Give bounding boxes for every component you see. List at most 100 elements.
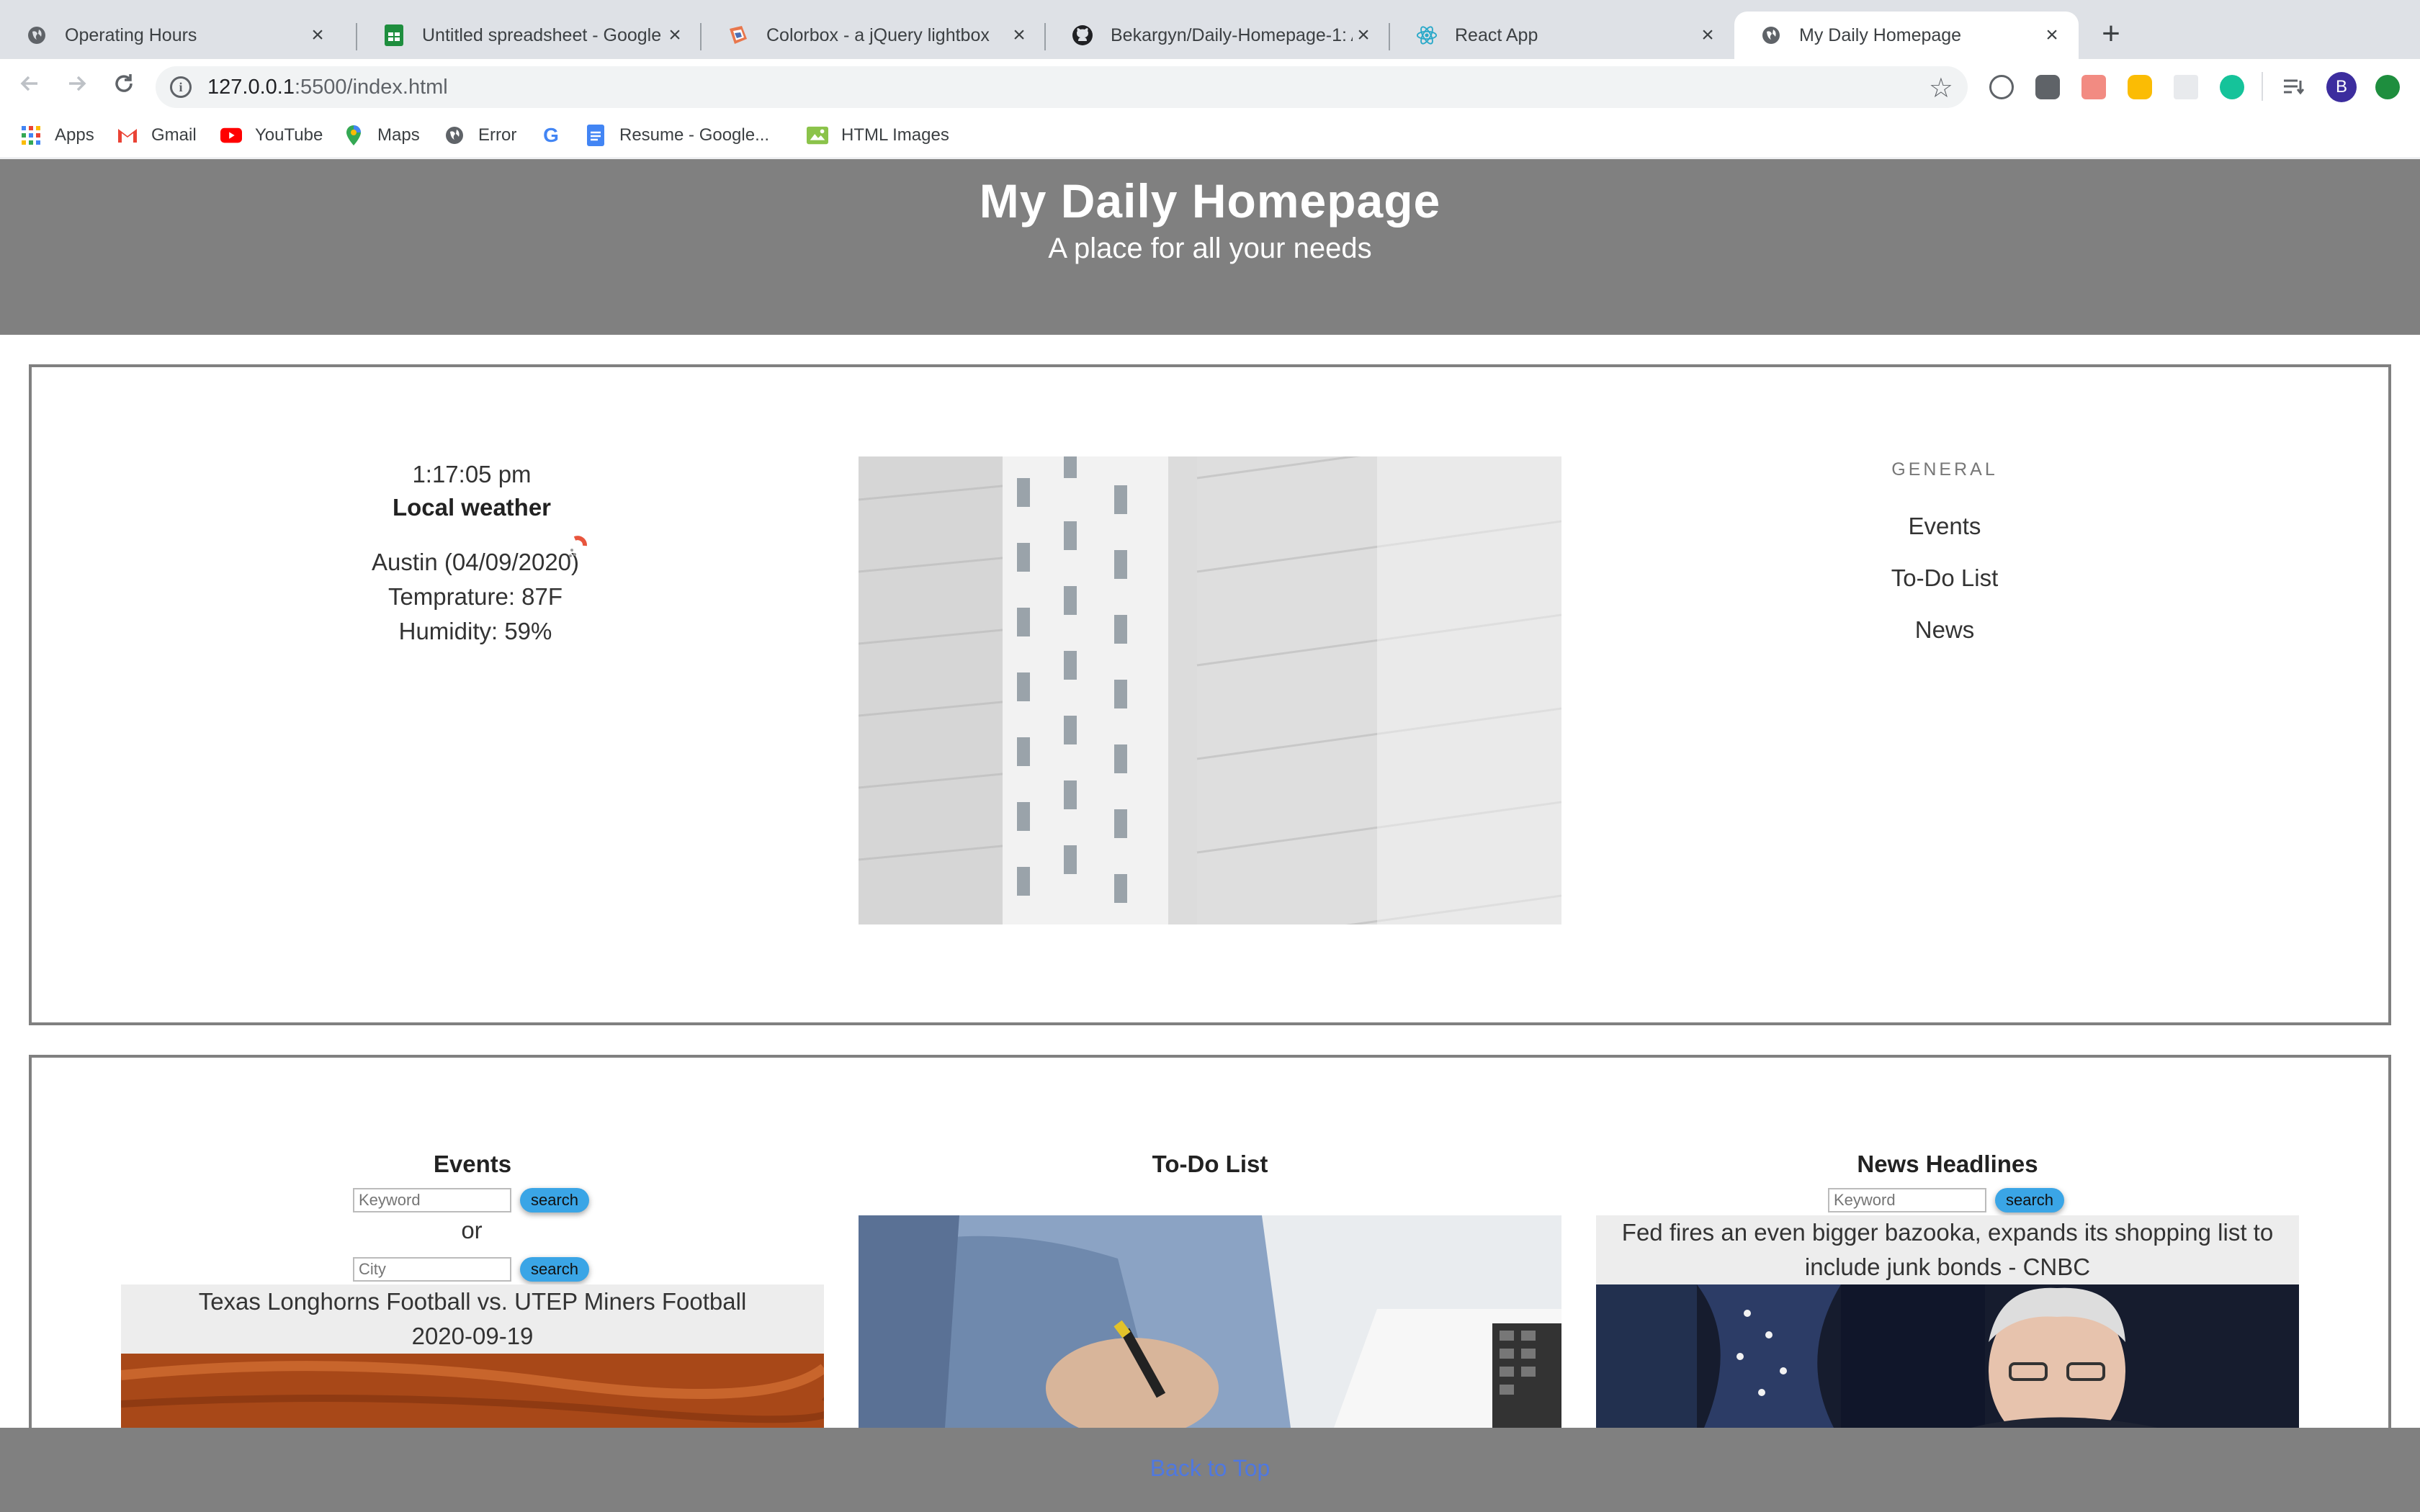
browser-tab-active[interactable]: My Daily Homepage × xyxy=(1734,12,2079,59)
bookmark-gmail[interactable]: Gmail xyxy=(117,122,197,148)
events-keyword-input[interactable] xyxy=(353,1188,511,1212)
close-icon[interactable]: × xyxy=(307,23,328,48)
google-docs-icon xyxy=(585,125,606,146)
news-keyword-input[interactable] xyxy=(1828,1188,1986,1212)
nav-link-news[interactable]: News xyxy=(1801,616,2089,644)
tab-title: Colorbox - a jQuery lightbox xyxy=(766,24,990,45)
browser-tab[interactable]: React App × xyxy=(1390,12,1734,59)
extension-icon[interactable] xyxy=(2081,75,2106,99)
todo-photo xyxy=(859,1215,1561,1428)
url-text: 127.0.0.1:5500/index.html xyxy=(207,76,448,99)
tab-title: My Daily Homepage xyxy=(1799,24,1962,45)
browser-tab[interactable]: Bekargyn/Daily-Homepage-1: An × xyxy=(1046,12,1390,59)
profile-avatar[interactable]: B xyxy=(2326,72,2357,102)
update-icon[interactable] xyxy=(2375,75,2400,99)
close-icon[interactable]: × xyxy=(1697,23,1718,48)
nav-link-todo[interactable]: To-Do List xyxy=(1801,564,2089,592)
weather-title: Local weather xyxy=(392,494,552,521)
news-headline[interactable]: Fed fires an even bigger bazooka, expand… xyxy=(1596,1215,2299,1284)
bookmark-google[interactable]: G xyxy=(540,122,575,148)
bookmark-resume[interactable]: Resume - Google... xyxy=(585,122,769,148)
browser-tab[interactable]: Untitled spreadsheet - Google Sheets × xyxy=(357,12,702,59)
toolbar-divider xyxy=(2262,72,2263,101)
bookmark-youtube[interactable]: YouTube xyxy=(220,122,323,148)
grammarly-icon[interactable] xyxy=(2220,75,2244,99)
bookmark-star-icon[interactable]: ☆ xyxy=(1929,72,1953,104)
gmail-icon xyxy=(117,125,138,146)
weather-icon xyxy=(565,534,591,560)
close-icon[interactable]: × xyxy=(1008,23,1030,48)
music-extension-icon[interactable] xyxy=(2035,75,2060,99)
apps-grid-icon xyxy=(20,125,42,146)
bookmarks-bar: Apps Gmail YouTube Maps Error G Resume -… xyxy=(0,114,2420,158)
back-arrow-icon[interactable] xyxy=(13,69,48,104)
bookmark-label: Resume - Google... xyxy=(619,125,770,145)
react-icon xyxy=(1416,24,1438,46)
bookmark-label: Error xyxy=(478,125,517,145)
bookmark-apps[interactable]: Apps xyxy=(20,122,94,148)
bookmark-html-images[interactable]: HTML Images xyxy=(807,122,949,148)
google-icon: G xyxy=(543,124,559,146)
events-title: Events xyxy=(433,1151,512,1177)
globe-icon xyxy=(444,125,465,146)
extension-icon[interactable] xyxy=(1989,75,2014,99)
bookmark-label: Maps xyxy=(377,125,420,145)
page-subtitle: A place for all your needs xyxy=(1048,233,1372,264)
close-icon[interactable]: × xyxy=(664,23,686,48)
globe-icon xyxy=(26,24,48,46)
bookmark-maps[interactable]: Maps xyxy=(343,122,420,148)
news-title: News Headlines xyxy=(1857,1151,2038,1177)
extension-icon[interactable] xyxy=(2174,75,2198,99)
news-search-button[interactable]: search xyxy=(1995,1188,2064,1212)
page-footer: Back to Top xyxy=(0,1428,2420,1512)
globe-icon xyxy=(1760,24,1782,46)
maps-icon xyxy=(343,125,364,146)
football-photo xyxy=(121,1354,824,1428)
close-icon[interactable]: × xyxy=(2041,23,2063,48)
new-tab-button[interactable]: + xyxy=(2093,16,2129,52)
news-photo xyxy=(1596,1284,2299,1428)
bookmark-label: Apps xyxy=(55,125,94,145)
tab-title: Operating Hours xyxy=(65,24,197,45)
close-icon[interactable]: × xyxy=(1353,23,1374,48)
site-info-icon[interactable]: i xyxy=(170,76,192,98)
nav-link-events[interactable]: Events xyxy=(1801,513,2089,540)
events-or-label: or xyxy=(461,1217,483,1243)
todo-title: To-Do List xyxy=(1152,1151,1268,1177)
url-path: :5500/index.html xyxy=(294,75,448,99)
page-title: My Daily Homepage xyxy=(979,174,1441,228)
reload-icon[interactable] xyxy=(107,69,141,104)
extension-icon[interactable] xyxy=(2128,75,2152,99)
building-photo xyxy=(859,456,1561,924)
forward-arrow-icon[interactable] xyxy=(59,69,94,104)
event-name: Texas Longhorns Football vs. UTEP Miners… xyxy=(198,1288,747,1315)
weather-humidity: Humidity: 59% xyxy=(398,618,552,644)
browser-tab[interactable]: Colorbox - a jQuery lightbox × xyxy=(702,12,1046,59)
colorbox-icon xyxy=(727,24,749,46)
events-city-search-button[interactable]: search xyxy=(520,1257,589,1282)
events-keyword-search-button[interactable]: search xyxy=(520,1188,589,1212)
google-sheets-icon xyxy=(383,24,405,46)
image-icon xyxy=(807,125,828,146)
tab-title: React App xyxy=(1455,24,1538,45)
back-to-top-link[interactable]: Back to Top xyxy=(1150,1455,1270,1482)
weather-temperature: Temprature: 87F xyxy=(387,583,563,610)
events-city-input[interactable] xyxy=(353,1257,511,1282)
page-header: My Daily Homepage A place for all your n… xyxy=(0,159,2420,335)
github-icon xyxy=(1072,24,1093,46)
address-bar[interactable]: i 127.0.0.1:5500/index.html ☆ xyxy=(156,66,1968,108)
bookmark-error[interactable]: Error xyxy=(444,122,516,148)
bookmark-label: Gmail xyxy=(151,125,197,145)
tab-title: Untitled spreadsheet - Google Sheets xyxy=(422,24,664,45)
youtube-icon xyxy=(220,125,242,146)
general-nav-heading: GENERAL xyxy=(1891,459,1998,480)
event-card-caption[interactable]: Texas Longhorns Football vs. UTEP Miners… xyxy=(121,1284,824,1354)
event-date: 2020-09-19 xyxy=(411,1323,534,1349)
clock-time: 1:17:05 pm xyxy=(412,461,532,487)
tab-title: Bekargyn/Daily-Homepage-1: An xyxy=(1111,24,1353,45)
bookmark-label: HTML Images xyxy=(841,125,949,145)
url-host: 127.0.0.1 xyxy=(207,75,295,99)
weather-location: Austin (04/09/2020) xyxy=(371,549,580,575)
browser-tab[interactable]: Operating Hours × xyxy=(0,12,344,59)
reading-list-icon[interactable] xyxy=(2282,75,2306,99)
